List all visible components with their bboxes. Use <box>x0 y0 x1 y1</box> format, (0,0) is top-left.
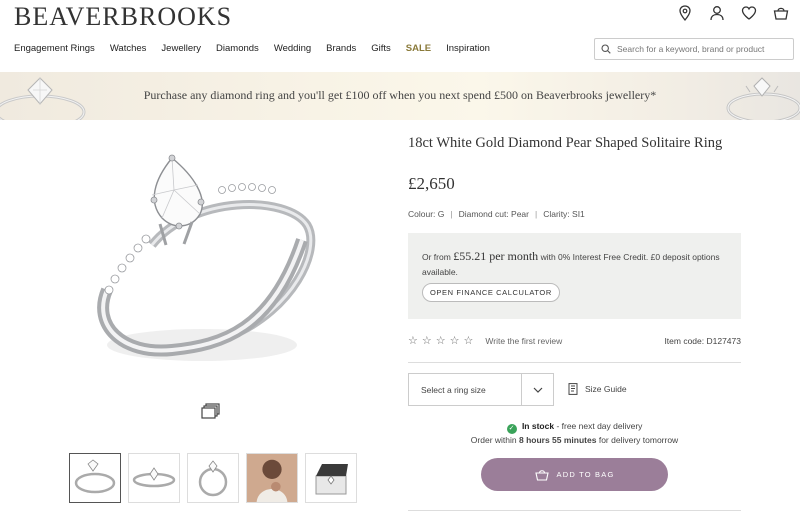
search-placeholder: Search for a keyword, brand or product <box>617 44 765 54</box>
nav-item-sale[interactable]: SALE <box>406 43 431 54</box>
thumbnail-ring-angle-view[interactable] <box>69 453 121 503</box>
size-guide-link[interactable]: Size Guide <box>568 383 627 395</box>
open-finance-calculator-button[interactable]: OPEN FINANCE CALCULATOR <box>422 283 560 302</box>
item-code: Item code: D127473 <box>664 335 741 346</box>
thumbnail-ring-in-box[interactable] <box>305 453 357 503</box>
finance-box: Or from £55.21 per month with 0% Interes… <box>408 233 741 319</box>
order-cutoff: Order within 8 hours 55 minutes for deli… <box>408 435 741 445</box>
spec-separator: | <box>535 209 538 219</box>
chevron-down-icon <box>521 374 553 405</box>
stock-status: ✓ In stock - free next day delivery <box>408 421 741 434</box>
add-to-bag-label: ADD TO BAG <box>556 470 615 479</box>
brand-logo[interactable]: BEAVERBROOKS <box>14 2 232 32</box>
gallery-view-icon[interactable] <box>201 403 221 419</box>
spec-clarity: Clarity: SI1 <box>543 209 585 219</box>
bag-icon <box>534 469 549 481</box>
reviews-row: ☆ ☆ ☆ ☆ ☆ Write the first review Item co… <box>408 334 741 347</box>
search-icon <box>601 44 611 54</box>
spec-diamond-cut: Diamond cut: Pear <box>458 209 529 219</box>
divider <box>408 362 741 363</box>
nav-item-watches[interactable]: Watches <box>110 43 147 54</box>
ruler-icon <box>568 383 578 395</box>
star-empty-icon: ☆ <box>408 335 418 347</box>
rating-stars: ☆ ☆ ☆ ☆ ☆ <box>408 334 473 347</box>
product-specs: Colour: G | Diamond cut: Pear | Clarity:… <box>408 209 585 219</box>
spec-separator: | <box>450 209 453 219</box>
star-empty-icon: ☆ <box>463 335 474 347</box>
location-pin-icon[interactable] <box>676 4 694 22</box>
finance-text: Or from £55.21 per month with 0% Interes… <box>422 249 727 280</box>
nav-item-wedding[interactable]: Wedding <box>274 43 311 54</box>
nav-item-jewellery[interactable]: Jewellery <box>161 43 201 54</box>
thumbnail-ring-front-view[interactable] <box>187 453 239 503</box>
nav-item-brands[interactable]: Brands <box>326 43 356 54</box>
thumbnail-ring-on-model[interactable] <box>246 453 298 503</box>
stock-status-label: In stock <box>521 421 555 431</box>
heart-icon[interactable] <box>740 4 758 22</box>
nav-item-diamonds[interactable]: Diamonds <box>216 43 259 54</box>
nav-item-inspiration[interactable]: Inspiration <box>446 43 490 54</box>
product-price: £2,650 <box>408 174 455 193</box>
search-input[interactable]: Search for a keyword, brand or product <box>594 38 794 60</box>
thumbnail-strip <box>69 453 357 503</box>
header-icons <box>676 4 790 22</box>
banner-ring-image-right <box>726 77 800 120</box>
star-empty-icon: ☆ <box>421 335 432 347</box>
order-suffix: for delivery tomorrow <box>598 435 679 445</box>
promo-banner[interactable]: Purchase any diamond ring and you'll get… <box>0 72 800 120</box>
order-time: 8 hours 55 minutes <box>519 435 597 445</box>
nav-item-engagement-rings[interactable]: Engagement Rings <box>14 43 95 54</box>
write-review-link[interactable]: Write the first review <box>485 336 562 346</box>
divider <box>408 510 741 511</box>
star-empty-icon: ☆ <box>435 335 446 347</box>
size-guide-label: Size Guide <box>585 384 627 394</box>
add-to-bag-button[interactable]: ADD TO BAG <box>481 458 668 491</box>
account-icon[interactable] <box>708 4 726 22</box>
main-nav: Engagement Rings Watches Jewellery Diamo… <box>14 43 490 54</box>
stock-delivery: - free next day delivery <box>556 421 643 431</box>
ring-size-label: Select a ring size <box>421 384 486 395</box>
product-title: 18ct White Gold Diamond Pear Shaped Soli… <box>408 135 723 151</box>
star-empty-icon: ☆ <box>449 335 460 347</box>
nav-item-gifts[interactable]: Gifts <box>371 43 391 54</box>
check-icon: ✓ <box>506 424 517 434</box>
finance-prefix: Or from <box>422 252 451 262</box>
bag-icon[interactable] <box>772 4 790 22</box>
banner-text: Purchase any diamond ring and you'll get… <box>143 88 657 102</box>
spec-colour: Colour: G <box>408 209 445 219</box>
thumbnail-ring-side-view[interactable] <box>128 453 180 503</box>
finance-amount: £55.21 per month <box>453 249 539 263</box>
order-prefix: Order within <box>470 435 517 445</box>
product-main-image[interactable] <box>82 140 332 380</box>
ring-size-select[interactable]: Select a ring size <box>408 373 554 406</box>
